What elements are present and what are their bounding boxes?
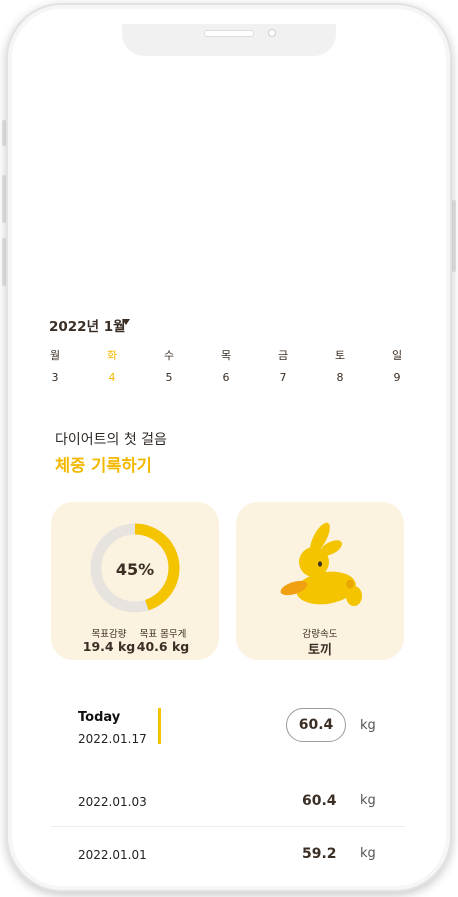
- today-indicator-bar: [158, 708, 161, 744]
- front-camera: [268, 29, 276, 37]
- goal-weight-label: 목표 몸무게: [139, 629, 187, 640]
- weekday-label-selected: 화: [106, 349, 118, 362]
- record-unit: kg: [360, 793, 376, 808]
- day-number[interactable]: 3: [40, 371, 70, 384]
- day-number[interactable]: 9: [382, 371, 412, 384]
- progress-card[interactable]: 45% 목표감량 19.4 kg 목표 몸무게 40.6 kg: [51, 502, 219, 660]
- intro-title: 체중 기록하기: [55, 456, 152, 475]
- weekday-label: 목: [220, 349, 232, 362]
- speed-value: 토끼: [308, 643, 332, 658]
- today-weight-unit: kg: [360, 718, 376, 733]
- weekday-label: 금: [277, 349, 289, 362]
- speaker-grille: [204, 30, 254, 37]
- power-button: [452, 200, 456, 272]
- notch: [122, 24, 336, 56]
- day-number[interactable]: 5: [154, 371, 184, 384]
- day-number[interactable]: 6: [211, 371, 241, 384]
- weekday-label: 월: [49, 349, 61, 362]
- month-title[interactable]: 2022년 1월: [49, 315, 126, 335]
- day-number[interactable]: 8: [325, 371, 355, 384]
- record-weight: 59.2: [302, 846, 337, 862]
- today-weight-input[interactable]: 60.4: [286, 708, 346, 742]
- record-weight: 60.4: [302, 793, 337, 809]
- speed-label: 감량속도: [302, 629, 338, 640]
- weekday-label: 수: [163, 349, 175, 362]
- caret-down-icon[interactable]: [122, 319, 130, 325]
- weekday-label: 토: [334, 349, 346, 362]
- record-unit: kg: [360, 846, 376, 861]
- day-number[interactable]: 7: [268, 371, 298, 384]
- row-divider: [51, 826, 405, 827]
- device-frame: 2022년 1월 월 3 화 4 수 5 목 6 금 7 토 8 일 9 다이어…: [0, 0, 458, 897]
- intro-subtitle: 다이어트의 첫 걸음: [55, 432, 167, 448]
- speed-card[interactable]: 감량속도 토끼: [236, 502, 404, 660]
- goal-weight-value: 40.6 kg: [136, 639, 190, 654]
- record-date: 2022.01.01: [78, 848, 147, 862]
- today-date: 2022.01.17: [78, 732, 147, 746]
- today-label: Today: [78, 710, 121, 725]
- weekday-label: 일: [391, 349, 403, 362]
- day-number-selected[interactable]: 4: [97, 371, 127, 384]
- progress-percent: 45%: [115, 560, 155, 579]
- record-date: 2022.01.03: [78, 795, 147, 809]
- rabbit-icon: [280, 522, 362, 606]
